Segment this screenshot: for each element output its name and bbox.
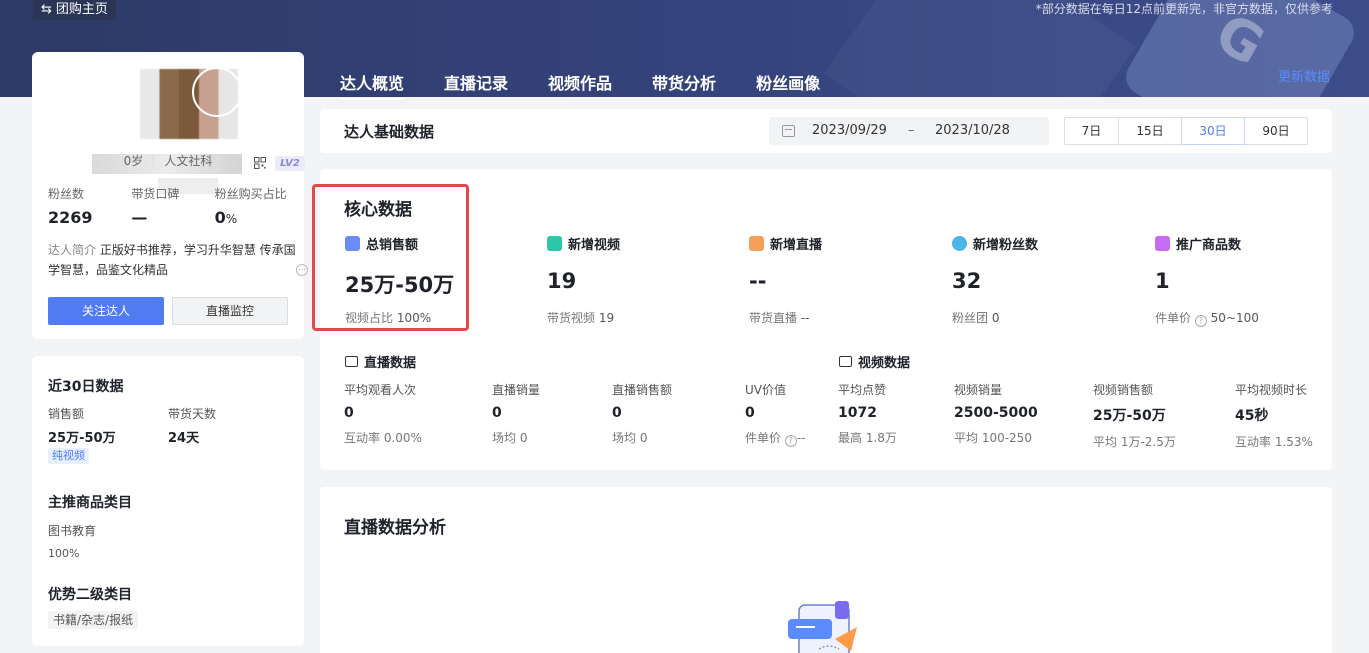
stat-fans: 粉丝数 2269 <box>48 187 93 227</box>
tab-live-records[interactable]: 直播记录 <box>444 70 508 100</box>
sub-category-tag: 书籍/杂志/报纸 <box>48 611 139 629</box>
avatar[interactable] <box>140 67 242 139</box>
age-text: 0岁 <box>123 154 144 168</box>
video-avg-likes: 平均点赞 1072 最高 1.8万 <box>838 383 897 445</box>
tab-overview[interactable]: 达人概览 <box>340 70 405 100</box>
shopping-bag-icon <box>1155 236 1170 251</box>
tab-fan-profile[interactable]: 粉丝画像 <box>756 70 820 100</box>
range-7d-button[interactable]: 7日 <box>1064 117 1119 145</box>
highlight-annotation-box <box>312 184 469 331</box>
recent-title: 近30日数据 <box>48 379 124 395</box>
video-sales-volume: 视频销量 2500-5000 平均 100-250 <box>954 383 1038 445</box>
metric-new-fans: 新增粉丝数 32 粉丝团 0 <box>952 236 1039 325</box>
back-home-button[interactable]: ⇆ 团购主页 <box>33 0 116 20</box>
profile-meta: 0岁 人文社科 <box>32 152 304 169</box>
sub-category-title: 优势二级类目 <box>48 587 132 603</box>
basic-data-title: 达人基础数据 <box>344 123 435 141</box>
video-play-icon <box>547 236 562 251</box>
profile-card: LV2 0岁 人文社科 粉丝数 2269 带货口碑 — 粉丝购买占比 0% 达人… <box>32 52 308 339</box>
follow-creator-button[interactable]: 关注达人 <box>48 297 164 325</box>
recent-30-days-card: 近30日数据 销售额 25万-50万 带货天数 24天 纯视频 主推商品类目 图… <box>32 356 304 646</box>
video-icon <box>839 356 852 367</box>
range-15d-button[interactable]: 15日 <box>1118 117 1182 145</box>
creator-intro: 达人简介 正版好书推荐，学习升华智慧 传承国学智慧，品鉴文化精品 ⋯ <box>48 243 308 277</box>
live-sales-amount: 直播销售额 0 场均 0 <box>612 383 673 445</box>
tab-video-works[interactable]: 视频作品 <box>548 70 612 100</box>
help-icon[interactable]: ? <box>1194 315 1207 327</box>
user-icon <box>952 236 967 251</box>
range-buttons: 7日 15日 30日 90日 <box>1064 117 1308 145</box>
date-filter-bar: 达人基础数据 2023/09/29 – 2023/10/28 7日 15日 30… <box>320 109 1332 153</box>
metric-new-lives: 新增直播 -- 带货直播 -- <box>749 236 823 325</box>
calendar-icon <box>782 125 795 137</box>
main-category-title: 主推商品类目 <box>48 495 132 511</box>
main-category-percent: 100% <box>48 547 80 560</box>
range-30d-button[interactable]: 30日 <box>1181 117 1245 145</box>
category-text: 人文社科 <box>164 154 213 168</box>
live-data-title: 直播数据 <box>345 352 416 371</box>
switch-arrows-icon: ⇆ <box>41 2 52 17</box>
live-avg-viewers: 平均观看人次 0 互动率 0.00% <box>344 383 422 445</box>
live-uv-value: UV价值 0 件单价 ? -- <box>745 383 806 447</box>
profile-stats: 粉丝数 2269 带货口碑 — 粉丝购买占比 0% <box>48 185 298 227</box>
date-separator: – <box>908 123 915 138</box>
metric-new-videos: 新增视频 19 带货视频 19 <box>547 236 621 325</box>
days-label: 带货天数 <box>168 407 217 421</box>
days-value: 24天 <box>168 431 200 446</box>
live-monitor-button[interactable]: 直播监控 <box>172 297 288 325</box>
live-analysis-title: 直播数据分析 <box>344 518 446 538</box>
date-range-picker[interactable]: 2023/09/29 – 2023/10/28 <box>769 117 1049 145</box>
video-avg-duration: 平均视频时长 45秒 互动率 1.53% <box>1235 383 1313 449</box>
video-only-tag: 纯视频 <box>48 448 89 464</box>
update-data-link[interactable]: 更新数据 <box>1278 66 1330 85</box>
data-notice: *部分数据在每日12点前更新完，非官方数据，仅供参考 <box>1035 2 1333 16</box>
live-video-icon <box>345 356 358 367</box>
stat-fan-purchase-ratio: 粉丝购买占比 0% <box>214 187 287 227</box>
tab-sales-analysis[interactable]: 带货分析 <box>652 70 716 100</box>
start-date: 2023/09/29 <box>812 123 887 138</box>
live-sales-volume: 直播销量 0 场均 0 <box>492 383 541 445</box>
stat-reputation: 带货口碑 — <box>131 187 180 227</box>
video-sales-amount: 视频销售额 25万-50万 平均 1万-2.5万 <box>1093 383 1176 449</box>
range-90d-button[interactable]: 90日 <box>1244 117 1308 145</box>
sales-value: 25万-50万 <box>48 431 116 446</box>
live-analysis-card: 直播数据分析 <box>320 487 1332 653</box>
sales-label: 销售额 <box>48 407 85 421</box>
video-data-title: 视频数据 <box>839 352 910 371</box>
main-tabs: 达人概览 直播记录 视频作品 带货分析 粉丝画像 <box>340 70 820 100</box>
metric-promoted-products: 推广商品数 1 件单价 ? 50~100 <box>1155 236 1259 327</box>
main-category-name: 图书教育 <box>48 524 97 538</box>
back-home-label: 团购主页 <box>55 2 108 17</box>
expand-more-icon[interactable]: ⋯ <box>296 264 308 276</box>
live-camera-icon <box>749 236 764 251</box>
empty-state-illustration-icon <box>788 601 857 653</box>
help-icon[interactable]: ? <box>784 435 797 447</box>
end-date: 2023/10/28 <box>935 123 1010 138</box>
